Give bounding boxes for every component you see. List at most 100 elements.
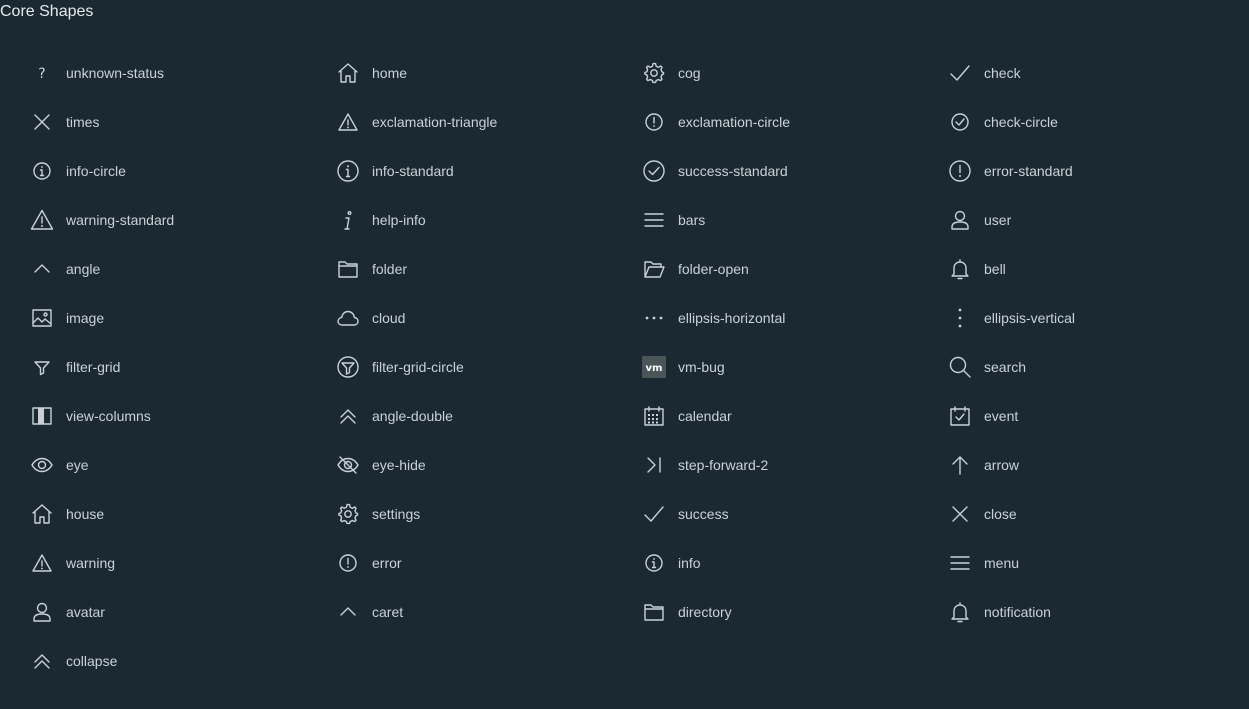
icon-label: ellipsis-vertical [984,309,1076,326]
check-icon [636,502,672,526]
icon-item-image: image [24,293,330,342]
icon-item-event: event [942,391,1248,440]
folder-icon [636,600,672,624]
ellipsis-horizontal-icon [636,306,672,330]
folder-open-icon [636,257,672,281]
warning-standard-icon [24,208,60,232]
success-standard-icon [636,159,672,183]
icon-label: check-circle [984,113,1058,130]
icon-label: collapse [66,652,118,669]
bell-icon [942,257,978,281]
icon-item-ellipsis-vertical: ellipsis-vertical [942,293,1248,342]
icon-label: search [984,358,1027,375]
icon-label: arrow [984,456,1020,473]
user-icon [942,208,978,232]
cog-icon [330,502,366,526]
icon-label: success-standard [678,162,788,179]
icon-item-settings: settings [330,489,636,538]
icon-item-search: search [942,342,1248,391]
angle-double-icon [330,404,366,428]
times-icon [942,502,978,526]
ellipsis-vertical-icon [942,306,978,330]
icon-item-eye: eye [24,440,330,489]
angle-icon [24,257,60,281]
icon-label: notification [984,603,1051,620]
icon-label: eye-hide [372,456,426,473]
icon-label: view-columns [66,407,151,424]
icon-item-house: house [24,489,330,538]
icon-item-collapse: collapse [24,636,330,685]
icon-item-info: info [636,538,942,587]
icon-item-eye-hide: eye-hide [330,440,636,489]
info-circle-icon [636,551,672,575]
icon-grid: ? unknown-status home cog check times exclamat… [24,48,1248,685]
svg-text:?: ? [38,66,45,82]
icon-item-angle-double: angle-double [330,391,636,440]
icon-label: exclamation-circle [678,113,791,130]
exclamation-circle-icon [330,551,366,575]
icon-label: help-info [372,211,426,228]
icon-label: bars [678,211,706,228]
icon-label: folder [372,260,408,277]
vm-bug-text: vm [646,363,663,374]
icon-label: warning [66,554,116,571]
icon-item-exclamation-triangle: exclamation-triangle [330,97,636,146]
info-circle-icon [24,159,60,183]
icon-item-step-forward-2: step-forward-2 [636,440,942,489]
angle-double-icon [24,649,60,673]
icon-item-check-circle: check-circle [942,97,1248,146]
icon-label: menu [984,554,1020,571]
icon-item-menu: menu [942,538,1248,587]
help-info-icon [330,208,366,232]
bell-icon [942,600,978,624]
cloud-icon [330,306,366,330]
icon-label: unknown-status [66,64,165,81]
filter-grid-circle-icon [330,355,366,379]
icon-item-ellipsis-horizontal: ellipsis-horizontal [636,293,942,342]
icon-label: success [678,505,729,522]
icon-label: error [372,554,402,571]
icon-item-unknown-status: ? unknown-status [24,48,330,97]
icon-item-times: times [24,97,330,146]
icon-item-avatar: avatar [24,587,330,636]
user-icon [24,600,60,624]
icon-label: calendar [678,407,732,424]
icon-label: user [984,211,1012,228]
unknown-status-icon: ? [24,61,60,85]
icon-item-exclamation-circle: exclamation-circle [636,97,942,146]
icon-item-success: success [636,489,942,538]
icon-item-folder: folder [330,244,636,293]
icon-item-info-standard: info-standard [330,146,636,195]
home-icon [330,61,366,85]
image-icon [24,306,60,330]
folder-icon [330,257,366,281]
icon-item-warning-standard: warning-standard [24,195,330,244]
bars-icon [942,551,978,575]
cog-icon [636,61,672,85]
check-icon [942,61,978,85]
icon-item-bars: bars [636,195,942,244]
icon-item-warning: warning [24,538,330,587]
icon-label: exclamation-triangle [372,113,498,130]
icon-label: directory [678,603,732,620]
angle-icon [330,600,366,624]
icon-label: error-standard [984,162,1073,179]
icon-item-notification: notification [942,587,1248,636]
icon-label: ellipsis-horizontal [678,309,786,326]
info-standard-icon [330,159,366,183]
exclamation-triangle-icon [24,551,60,575]
icon-item-error: error [330,538,636,587]
icon-item-view-columns: view-columns [24,391,330,440]
icon-item-cog: cog [636,48,942,97]
icon-item-success-standard: success-standard [636,146,942,195]
home-icon [24,502,60,526]
step-forward-2-icon [636,453,672,477]
icon-label: times [66,113,100,130]
icon-label: filter-grid-circle [372,358,464,375]
exclamation-triangle-icon [330,110,366,134]
icon-item-home: home [330,48,636,97]
error-standard-icon [942,159,978,183]
bars-icon [636,208,672,232]
icon-item-arrow: arrow [942,440,1248,489]
icon-label: warning-standard [66,211,175,228]
